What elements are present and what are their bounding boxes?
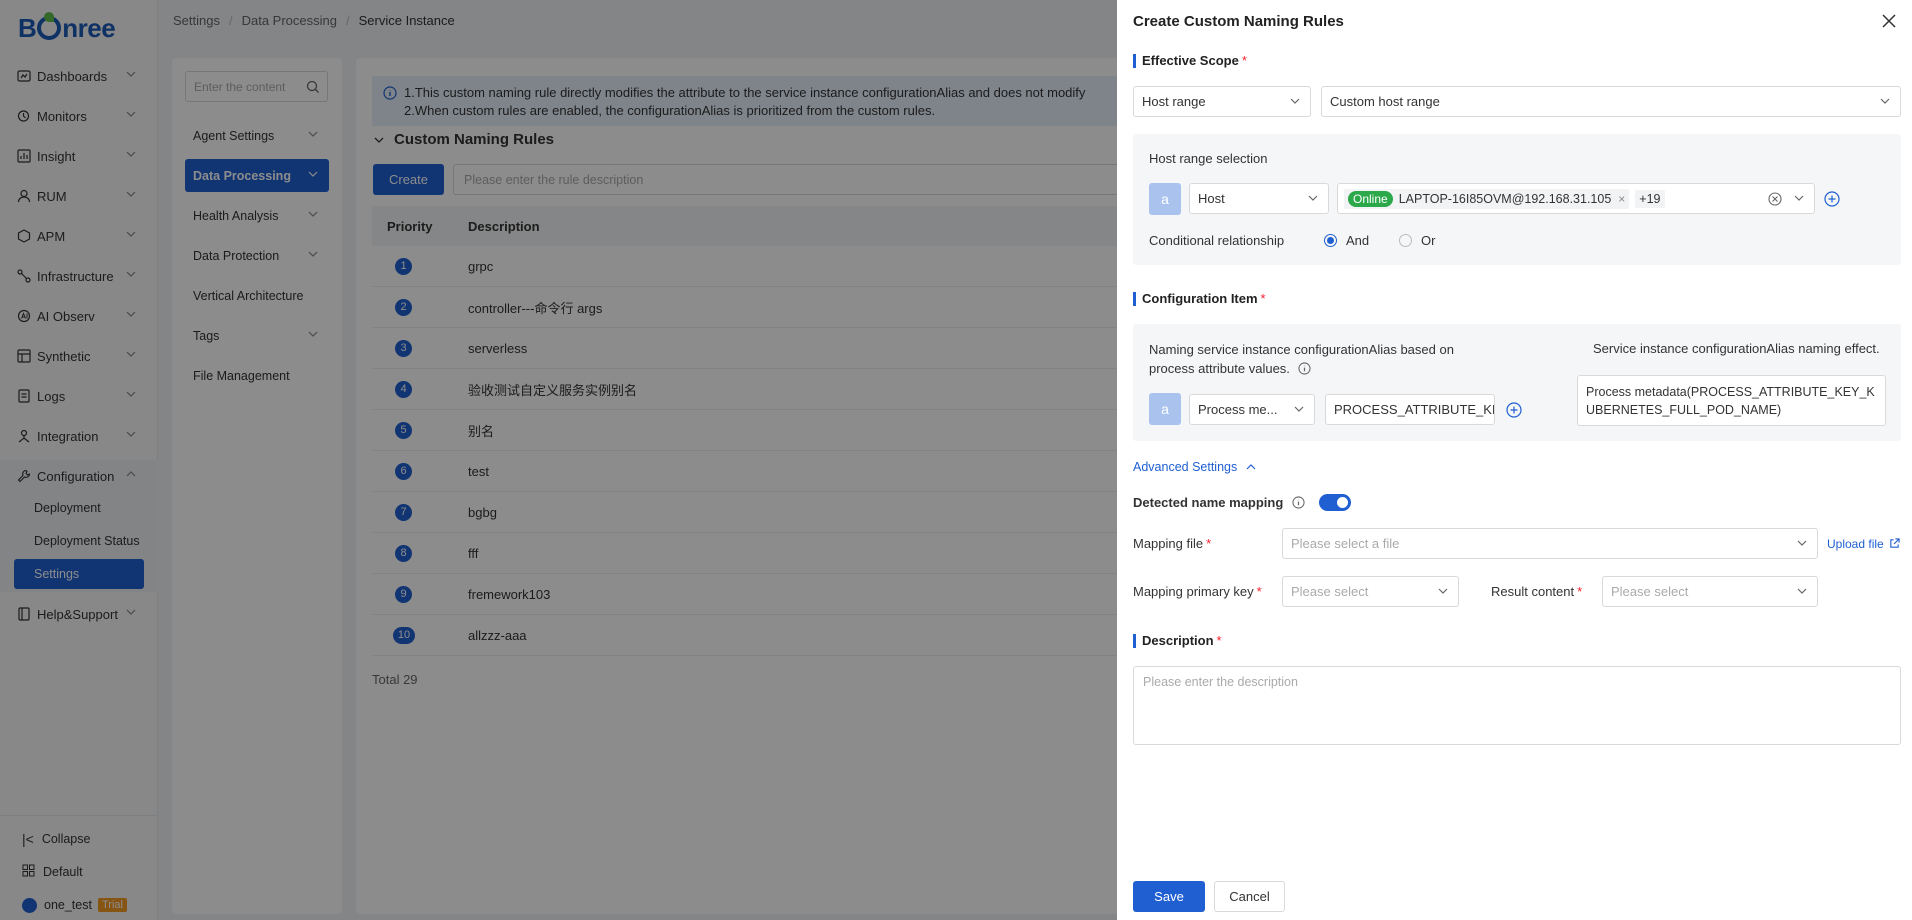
description-textarea[interactable]: Please enter the description	[1133, 666, 1901, 745]
info-icon[interactable]	[1292, 496, 1305, 509]
naming-effect-label: Service instance configurationAlias nami…	[1593, 341, 1880, 356]
close-icon[interactable]	[1881, 13, 1897, 29]
attribute-field-select[interactable]: Process me...	[1189, 394, 1315, 425]
info-icon[interactable]	[1297, 362, 1311, 375]
upload-file-link[interactable]: Upload file	[1827, 537, 1900, 551]
chevron-down-icon	[1294, 406, 1304, 412]
mapping-primary-key-label: Mapping primary key *	[1133, 584, 1262, 599]
detected-name-mapping-toggle[interactable]	[1319, 494, 1351, 511]
add-config-icon[interactable]	[1506, 402, 1522, 418]
external-link-icon	[1890, 538, 1900, 548]
naming-effect-preview: Process metadata(PROCESS_ATTRIBUTE_KEY_K…	[1577, 375, 1886, 426]
radio-and[interactable]: And	[1324, 233, 1369, 248]
clear-icon[interactable]	[1768, 192, 1782, 206]
online-badge: Online	[1348, 190, 1393, 207]
config-letter: a	[1149, 393, 1181, 425]
scope-type-select[interactable]: Host range	[1133, 86, 1311, 117]
radio-or[interactable]: Or	[1399, 233, 1435, 248]
effective-scope-title: Effective Scope *	[1133, 54, 1247, 68]
chevron-down-icon	[1794, 195, 1804, 201]
chevron-down-icon	[1290, 98, 1300, 104]
advanced-settings-toggle[interactable]: Advanced Settings	[1133, 460, 1256, 474]
host-tag: Online LAPTOP-16I85OVM@192.168.31.105 ×	[1344, 188, 1630, 209]
chevron-up-icon	[1246, 464, 1256, 470]
drawer-title: Create Custom Naming Rules	[1133, 13, 1344, 30]
cancel-button[interactable]: Cancel	[1214, 881, 1285, 912]
detected-name-mapping-label: Detected name mapping	[1133, 495, 1305, 510]
result-content-label: Result content *	[1491, 584, 1583, 599]
mapping-file-select[interactable]: Please select a file	[1282, 528, 1818, 559]
attribute-value-input[interactable]: PROCESS_ATTRIBUTE_KEY	[1325, 394, 1495, 425]
chevron-down-icon	[1880, 98, 1890, 104]
add-condition-icon[interactable]	[1824, 191, 1840, 207]
mapping-primary-key-select[interactable]: Please select	[1282, 576, 1459, 607]
chevron-down-icon	[1308, 195, 1318, 201]
modal-overlay[interactable]	[0, 0, 1117, 920]
host-field-select[interactable]: Host	[1189, 183, 1329, 214]
mapping-file-label: Mapping file *	[1133, 536, 1212, 551]
configuration-item-title: Configuration Item *	[1133, 292, 1266, 306]
more-hosts-tag[interactable]: +19	[1635, 189, 1665, 208]
chevron-down-icon	[1797, 540, 1807, 546]
chevron-down-icon	[1797, 588, 1807, 594]
host-value-select[interactable]: Online LAPTOP-16I85OVM@192.168.31.105 × +1…	[1337, 183, 1815, 214]
result-content-select[interactable]: Please select	[1602, 576, 1818, 607]
condition-letter: a	[1149, 183, 1181, 215]
chevron-down-icon	[1438, 588, 1448, 594]
create-rule-drawer: Create Custom Naming Rules Effective Sco…	[1117, 0, 1912, 920]
conditional-relationship-label: Conditional relationship	[1149, 233, 1285, 248]
remove-tag-icon[interactable]: ×	[1618, 192, 1625, 206]
host-range-label: Host range selection	[1149, 151, 1268, 166]
save-button[interactable]: Save	[1133, 881, 1205, 912]
naming-description: Naming service instance configurationAli…	[1149, 342, 1454, 376]
description-title: Description *	[1133, 634, 1222, 648]
scope-value-select[interactable]: Custom host range	[1321, 86, 1901, 117]
host-range-panel: Host range selection a Host Online LAPTOP…	[1133, 134, 1901, 265]
